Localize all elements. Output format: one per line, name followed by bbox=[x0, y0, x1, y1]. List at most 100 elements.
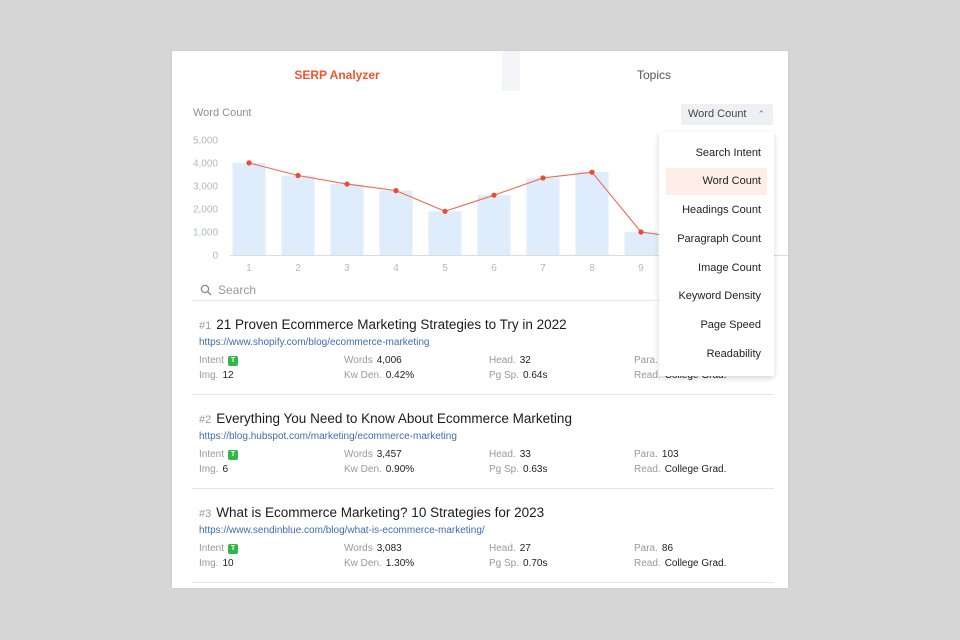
intent-label: Intent bbox=[199, 543, 225, 554]
bar bbox=[428, 211, 462, 255]
metric-dropdown-menu: Search Intent Word Count Headings Count … bbox=[659, 132, 774, 376]
img-metric: Img. 6 bbox=[199, 464, 228, 475]
result-url-link[interactable]: https://blog.hubspot.com/marketing/ecomm… bbox=[199, 431, 457, 442]
result-title-text: What is Ecommerce Marketing? 10 Strategi… bbox=[216, 505, 545, 520]
read-metric: Read.College Grad. bbox=[634, 558, 726, 569]
pgsp-metric: Pg Sp. 0.64s bbox=[489, 370, 548, 381]
head-metric: Head. 27 bbox=[489, 543, 531, 554]
result-rank: #1 bbox=[199, 320, 212, 332]
intent-metric: Intent T bbox=[199, 355, 239, 366]
search-icon bbox=[200, 284, 212, 296]
intent-metric: Intent T bbox=[199, 449, 239, 460]
words-metric: Words 3,083 bbox=[344, 543, 402, 554]
y-tick-label: 4,000 bbox=[193, 159, 218, 170]
head-label: Head. bbox=[489, 449, 516, 460]
pgsp-value: 0.70s bbox=[523, 558, 548, 569]
result-title[interactable]: #1 21 Proven Ecommerce Marketing Strategi… bbox=[199, 317, 567, 332]
words-label: Words bbox=[344, 449, 373, 460]
x-tick-label: 9 bbox=[638, 263, 644, 274]
img-label: Img. bbox=[199, 464, 219, 475]
menu-item-image-count[interactable]: Image Count bbox=[666, 255, 767, 282]
data-point bbox=[442, 208, 448, 214]
data-point bbox=[246, 160, 252, 166]
words-value: 3,083 bbox=[376, 543, 402, 554]
data-point bbox=[491, 192, 497, 198]
img-value: 6 bbox=[222, 464, 229, 475]
img-label: Img. bbox=[199, 370, 219, 381]
tab-bar: SERP Analyzer Topics bbox=[172, 51, 788, 91]
menu-item-word-count[interactable]: Word Count bbox=[666, 168, 767, 195]
kw-metric: Kw Den. 0.90% bbox=[344, 464, 414, 475]
data-point bbox=[540, 175, 546, 181]
bar bbox=[379, 190, 413, 255]
img-label: Img. bbox=[199, 558, 219, 569]
read-value: College Grad. bbox=[664, 558, 727, 569]
chevron-up-icon: ⌃ bbox=[757, 109, 765, 119]
data-point bbox=[589, 169, 595, 175]
head-value: 32 bbox=[519, 355, 531, 366]
menu-item-paragraph-count[interactable]: Paragraph Count bbox=[666, 226, 767, 253]
y-tick-label: 3,000 bbox=[193, 182, 218, 193]
x-tick-label: 4 bbox=[393, 263, 399, 274]
menu-item-search-intent[interactable]: Search Intent bbox=[666, 140, 767, 167]
series-line bbox=[248, 162, 691, 240]
kw-value: 1.30% bbox=[385, 558, 415, 569]
read-value: College Grad. bbox=[664, 464, 727, 475]
read-metric: Read.College Grad. bbox=[634, 464, 726, 475]
data-point bbox=[295, 172, 301, 179]
words-value: 3,457 bbox=[376, 449, 402, 460]
pgsp-metric: Pg Sp. 0.63s bbox=[489, 464, 548, 475]
words-metric: Words 3,457 bbox=[344, 449, 402, 460]
head-value: 27 bbox=[519, 543, 531, 554]
x-tick-label: 7 bbox=[540, 263, 546, 274]
head-value: 33 bbox=[519, 449, 531, 460]
pgsp-label: Pg Sp. bbox=[489, 370, 520, 381]
result-url-link[interactable]: https://www.shopify.com/blog/ecommerce-m… bbox=[199, 337, 429, 348]
x-tick-label: 2 bbox=[295, 263, 301, 274]
y-tick-label: 2,000 bbox=[193, 205, 218, 216]
para-metric: Para. bbox=[634, 355, 662, 366]
para-value: 103 bbox=[661, 449, 679, 460]
result-title-text: Everything You Need to Know About Ecomme… bbox=[216, 411, 572, 426]
bar bbox=[575, 172, 609, 255]
menu-item-keyword-density[interactable]: Keyword Density bbox=[666, 283, 767, 310]
img-metric: Img. 10 bbox=[199, 558, 234, 569]
tab-serp-analyzer[interactable]: SERP Analyzer bbox=[172, 51, 502, 91]
metric-select[interactable]: Word Count ⌃ bbox=[681, 104, 773, 125]
x-tick-label: 3 bbox=[344, 263, 350, 274]
head-metric: Head. 33 bbox=[489, 449, 531, 460]
bar bbox=[330, 184, 364, 255]
img-value: 12 bbox=[222, 370, 234, 381]
result-item: #3 What is Ecommerce Marketing? 10 Strate… bbox=[192, 489, 774, 583]
data-point bbox=[344, 181, 350, 187]
tab-topics[interactable]: Topics bbox=[520, 51, 788, 91]
kw-label: Kw Den. bbox=[344, 558, 382, 569]
bar bbox=[477, 195, 511, 255]
kw-metric: Kw Den. 0.42% bbox=[344, 370, 414, 381]
result-title[interactable]: #2 Everything You Need to Know About Ecom… bbox=[199, 411, 572, 426]
pgsp-label: Pg Sp. bbox=[489, 464, 520, 475]
bar bbox=[624, 232, 658, 255]
read-label: Read. bbox=[634, 558, 661, 569]
result-rank: #2 bbox=[199, 414, 212, 426]
kw-value: 0.90% bbox=[385, 464, 415, 475]
intent-label: Intent bbox=[199, 449, 225, 460]
intent-badge: T bbox=[228, 544, 239, 554]
y-tick-label: 1,000 bbox=[193, 228, 218, 239]
menu-item-headings-count[interactable]: Headings Count bbox=[666, 197, 767, 224]
read-label: Read. bbox=[634, 370, 661, 381]
menu-item-page-speed[interactable]: Page Speed bbox=[666, 312, 767, 339]
kw-label: Kw Den. bbox=[344, 370, 382, 381]
y-tick-label: 0 bbox=[212, 251, 218, 262]
bar bbox=[526, 177, 560, 255]
words-label: Words bbox=[344, 543, 373, 554]
pgsp-value: 0.63s bbox=[523, 464, 548, 475]
head-metric: Head. 32 bbox=[489, 355, 531, 366]
result-url-link[interactable]: https://www.sendinblue.com/blog/what-is-… bbox=[199, 525, 485, 536]
result-title[interactable]: #3 What is Ecommerce Marketing? 10 Strate… bbox=[199, 505, 544, 520]
menu-item-readability[interactable]: Readability bbox=[666, 341, 767, 368]
kw-label: Kw Den. bbox=[344, 464, 382, 475]
kw-value: 0.42% bbox=[385, 370, 415, 381]
head-label: Head. bbox=[489, 355, 516, 366]
kw-metric: Kw Den. 1.30% bbox=[344, 558, 414, 569]
